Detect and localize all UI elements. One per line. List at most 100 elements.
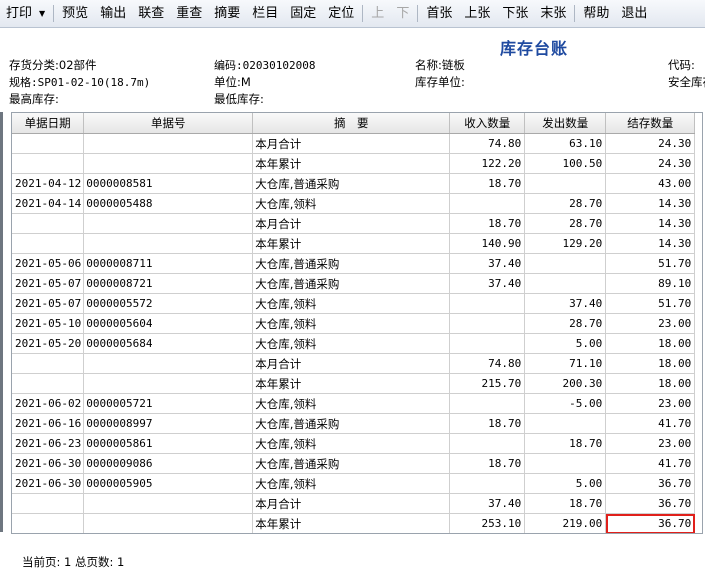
table-cell: 36.70 <box>605 493 696 514</box>
toolbar-button-2[interactable]: 输出 <box>94 0 132 27</box>
toolbar-button-16[interactable]: 退出 <box>615 0 653 27</box>
toolbar-button-6[interactable]: 栏目 <box>246 0 284 27</box>
table-cell <box>524 173 607 194</box>
table-row[interactable]: 本月合计 18.70 28.70 14.30 <box>12 213 696 234</box>
toolbar-separator <box>53 5 55 22</box>
toolbar-button-1[interactable]: 预览 <box>56 0 94 27</box>
table-cell <box>83 493 254 514</box>
table-row[interactable]: 本年累计 122.20 100.50 24.30 <box>12 153 696 174</box>
table-cell: -5.00 <box>524 393 607 414</box>
table-row[interactable]: 本月合计 37.40 18.70 36.70 <box>12 493 696 514</box>
toolbar-button-label: 上张 <box>464 6 491 21</box>
table-cell <box>449 433 526 454</box>
table-cell: 2021-05-07 <box>12 273 85 294</box>
min-stock-label: 最低库存: <box>214 92 264 106</box>
ledger-grid[interactable]: 单据日期 单据号摘 要收入数量 发出数量 结存数量 本月合计 74.80 63.10 24.… <box>11 112 703 534</box>
table-cell: 大仓库,普通采购 <box>252 413 451 434</box>
stock-unit-label: 库存单位: <box>415 75 465 89</box>
table-cell <box>83 133 254 154</box>
toolbar-button-label: 摘要 <box>214 6 241 21</box>
table-cell: 24.30 <box>605 133 696 154</box>
toolbar-button-label: 预览 <box>62 6 89 21</box>
table-row[interactable]: 2021-04-12 0000008581 大仓库,普通采购 18.70 43.00 <box>12 173 696 194</box>
table-row[interactable]: 2021-05-10 0000005604 大仓库,领料 28.70 23.00 <box>12 313 696 334</box>
table-row[interactable]: 2021-06-16 0000008997 大仓库,普通采购 18.70 41.70 <box>12 413 696 434</box>
table-cell: 本月合计 <box>252 133 451 154</box>
table-row[interactable]: 本年累计 215.70 200.30 18.00 <box>12 373 696 394</box>
table-cell <box>83 233 254 254</box>
table-cell: 2021-06-30 <box>12 473 85 494</box>
table-cell <box>449 333 526 354</box>
table-cell: 14.30 <box>605 193 696 214</box>
table-cell: 0000009086 <box>83 453 254 474</box>
toolbar-button-15[interactable]: 帮助 <box>577 0 615 27</box>
table-cell: 24.30 <box>605 153 696 174</box>
column-header[interactable]: 摘 要 <box>252 113 451 134</box>
toolbar-button-14[interactable]: 末张 <box>534 0 572 27</box>
dropdown-arrow-icon[interactable]: ▼ <box>39 9 45 18</box>
table-cell: 大仓库,领料 <box>252 473 451 494</box>
table-cell: 23.00 <box>605 393 696 414</box>
table-cell: 28.70 <box>524 213 607 234</box>
table-row[interactable]: 2021-06-02 0000005721 大仓库,领料 -5.00 23.00 <box>12 393 696 414</box>
table-row[interactable]: 2021-05-06 0000008711 大仓库,普通采购 37.40 51.70 <box>12 253 696 274</box>
highlighted-cell: 36.70 <box>605 513 696 533</box>
table-cell: 大仓库,领料 <box>252 333 451 354</box>
column-header[interactable]: 收入数量 <box>449 113 526 134</box>
table-row[interactable]: 2021-06-23 0000005861 大仓库,领料 18.70 23.00 <box>12 433 696 454</box>
table-cell <box>83 513 254 533</box>
table-cell <box>12 233 85 254</box>
toolbar-button-3[interactable]: 联查 <box>132 0 170 27</box>
window-edge <box>0 112 3 532</box>
table-row[interactable]: 2021-05-07 0000005572 大仓库,领料 37.40 51.70 <box>12 293 696 314</box>
table-row[interactable]: 本年累计 140.90 129.20 14.30 <box>12 233 696 254</box>
column-header[interactable]: 单据号 <box>83 113 254 134</box>
column-header[interactable]: 结存数量 <box>605 113 696 134</box>
toolbar-button-4[interactable]: 重查 <box>170 0 208 27</box>
table-cell: 89.10 <box>605 273 696 294</box>
table-cell <box>12 373 85 394</box>
name-label: 名称:链板 <box>415 58 465 72</box>
toolbar-button-5[interactable]: 摘要 <box>208 0 246 27</box>
toolbar-button-label: 联查 <box>138 6 165 21</box>
table-row[interactable]: 本月合计 74.80 71.10 18.00 <box>12 353 696 374</box>
table-cell <box>12 213 85 234</box>
table-cell: 100.50 <box>524 153 607 174</box>
toolbar-button-13[interactable]: 下张 <box>496 0 534 27</box>
table-cell <box>524 253 607 274</box>
table-cell: 0000008581 <box>83 173 254 194</box>
column-header[interactable]: 发出数量 <box>524 113 607 134</box>
table-cell: 本年累计 <box>252 513 451 533</box>
table-cell: 18.70 <box>449 413 526 434</box>
table-row[interactable]: 2021-05-07 0000008721 大仓库,普通采购 37.40 89.10 <box>12 273 696 294</box>
table-cell <box>12 133 85 154</box>
table-cell: 37.40 <box>449 253 526 274</box>
table-row[interactable]: 2021-05-20 0000005684 大仓库,领料 5.00 18.00 <box>12 333 696 354</box>
toolbar-button-0[interactable]: 打印 ▼ <box>0 0 51 27</box>
toolbar-button-12[interactable]: 上张 <box>458 0 496 27</box>
toolbar-separator <box>362 5 364 22</box>
toolbar-button-8[interactable]: 定位 <box>322 0 360 27</box>
table-cell: 大仓库,领料 <box>252 313 451 334</box>
table-cell: 0000008711 <box>83 253 254 274</box>
toolbar-button-11[interactable]: 首张 <box>420 0 458 27</box>
table-cell: 28.70 <box>524 193 607 214</box>
table-row[interactable]: 2021-06-30 0000005905 大仓库,领料 5.00 36.70 <box>12 473 696 494</box>
table-row[interactable]: 本年累计 253.10 219.00 36.70 <box>12 513 696 533</box>
column-header[interactable]: 单据日期 <box>12 113 85 134</box>
table-cell: 253.10 <box>449 513 526 533</box>
table-row[interactable]: 本月合计 74.80 63.10 24.30 <box>12 133 696 154</box>
table-row[interactable]: 2021-06-30 0000009086 大仓库,普通采购 18.70 41.70 <box>12 453 696 474</box>
table-cell: 0000005721 <box>83 393 254 414</box>
table-cell: 51.70 <box>605 253 696 274</box>
code-label: 编码:02030102008 <box>214 59 316 72</box>
table-cell: 23.00 <box>605 313 696 334</box>
table-cell: 大仓库,领料 <box>252 433 451 454</box>
table-cell <box>12 353 85 374</box>
page-status: 当前页: 1 总页数: 1 <box>22 555 125 569</box>
toolbar-button-7[interactable]: 固定 <box>284 0 322 27</box>
table-cell: 51.70 <box>605 293 696 314</box>
table-cell: 28.70 <box>524 313 607 334</box>
toolbar-separator <box>417 5 419 22</box>
table-row[interactable]: 2021-04-14 0000005488 大仓库,领料 28.70 14.30 <box>12 193 696 214</box>
